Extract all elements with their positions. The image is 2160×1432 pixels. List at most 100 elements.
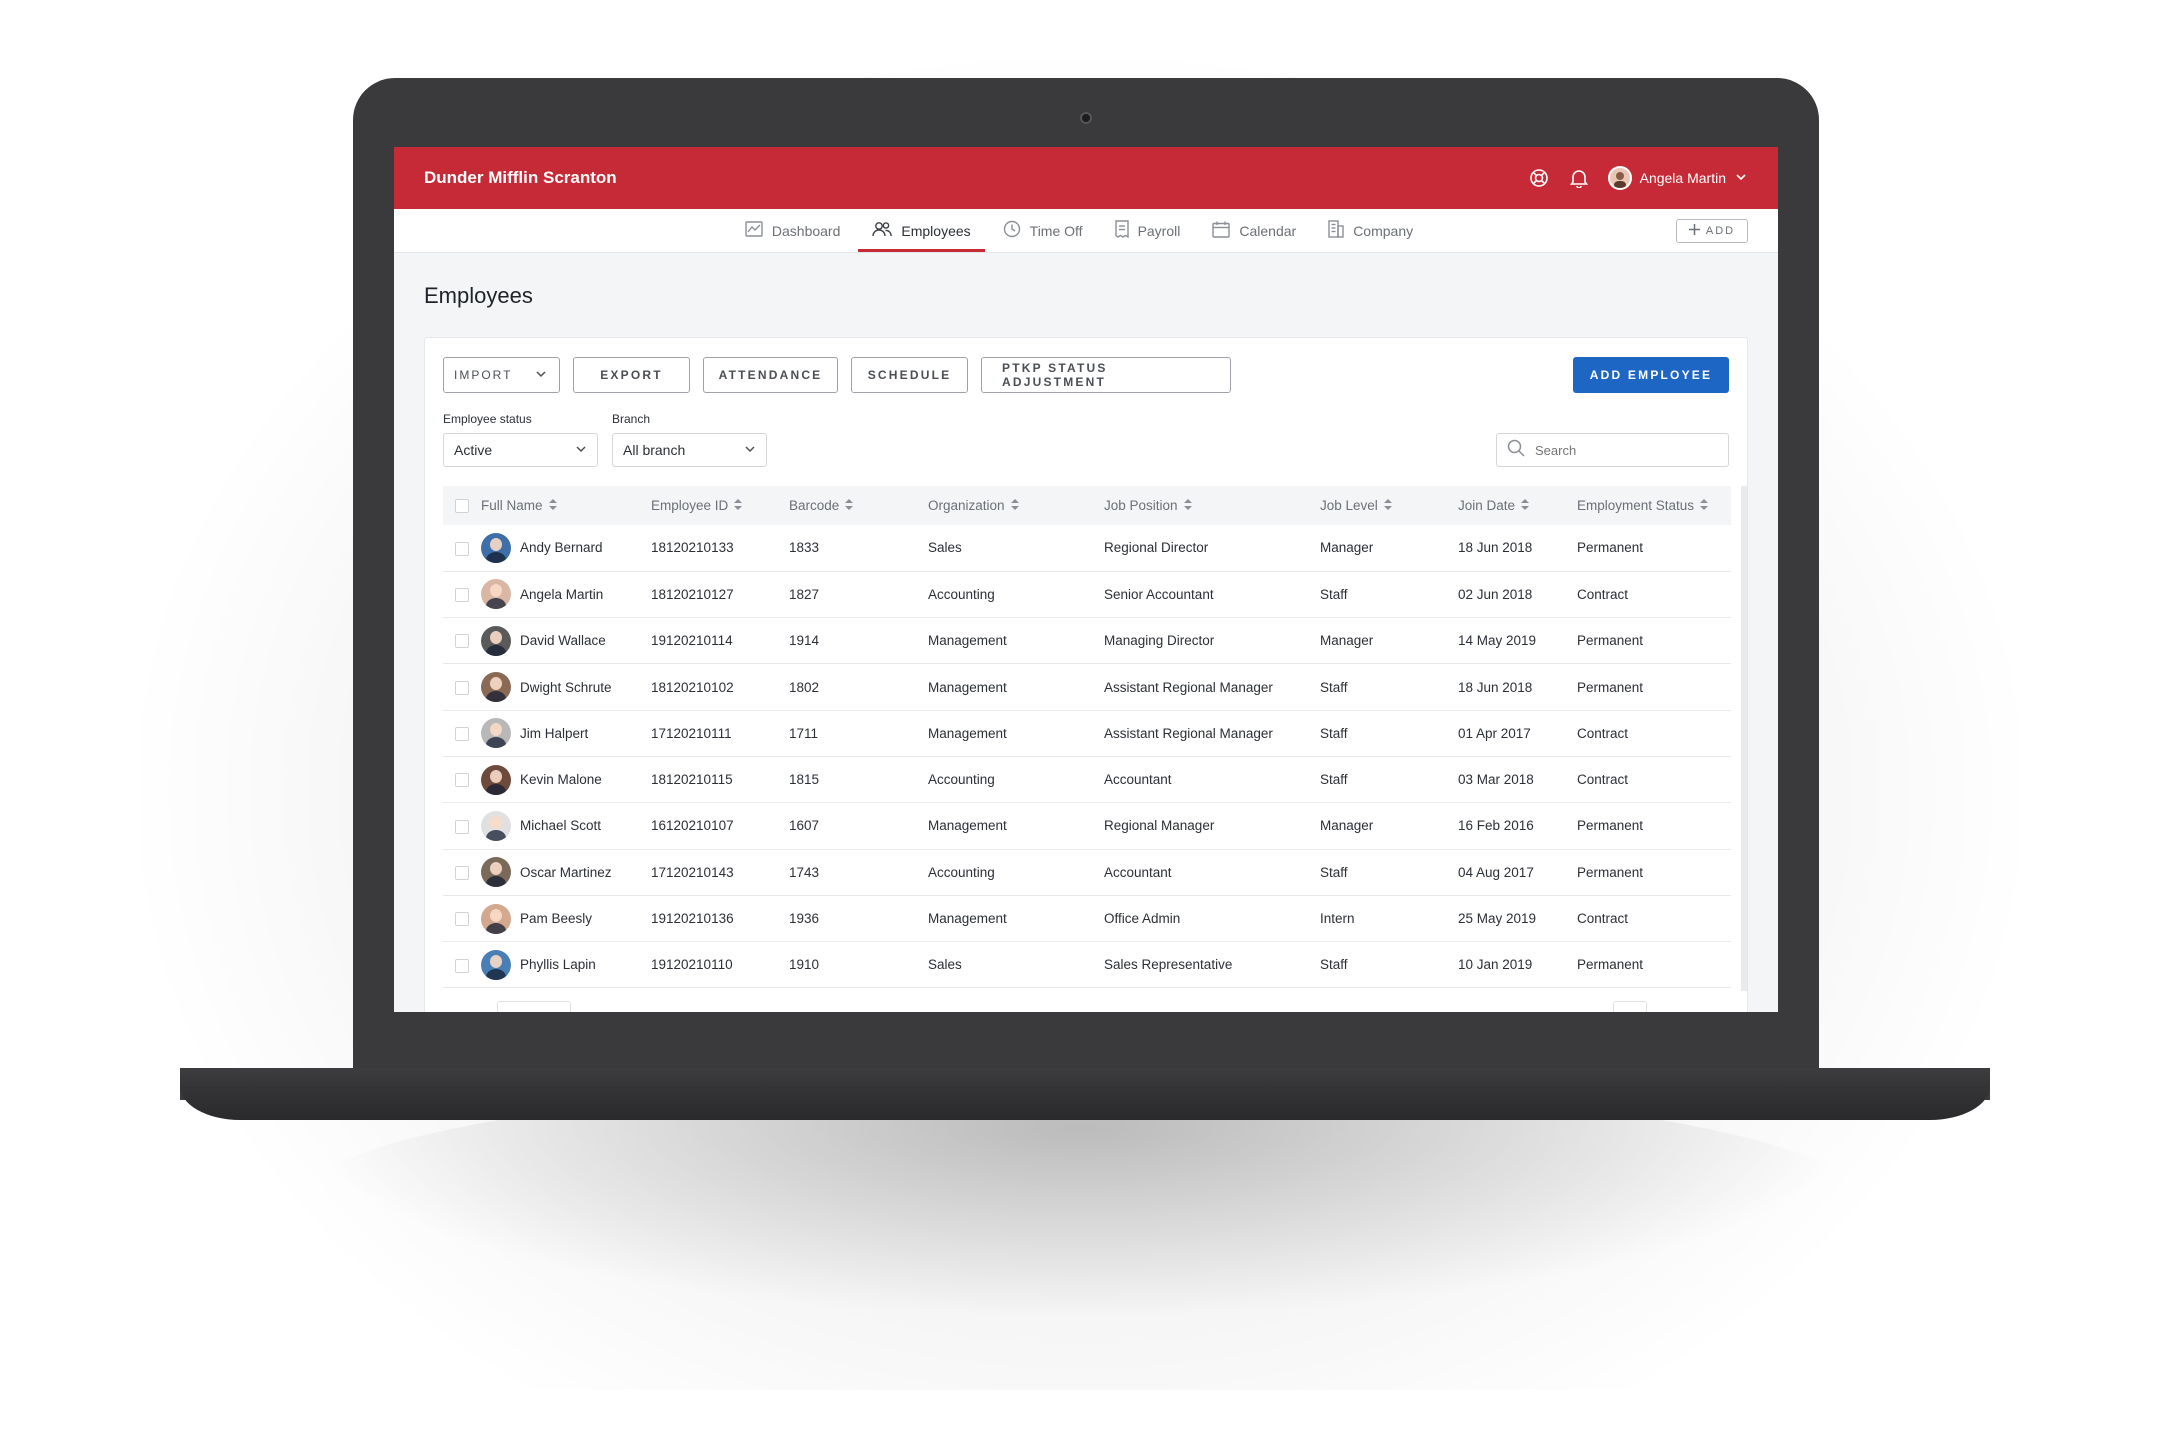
employee-status-value: Active — [454, 442, 493, 458]
table-row[interactable]: Jim Halpert 17120210111 1711 Management Assi… — [443, 710, 1731, 757]
table-row[interactable]: Oscar Martinez 17120210143 1743 Accounting A… — [443, 849, 1731, 896]
schedule-button[interactable]: SCHEDULE — [851, 357, 968, 393]
table-row[interactable]: Phyllis Lapin 19120210110 1910 Sales Sales R… — [443, 942, 1731, 988]
cell-level: Staff — [1320, 957, 1348, 973]
laptop-base — [180, 1068, 1990, 1120]
sort-icon — [1383, 498, 1392, 513]
employee-name[interactable]: Kevin Malone — [520, 772, 602, 787]
cell-id: 19120210110 — [651, 957, 733, 973]
bell-icon[interactable] — [1568, 167, 1590, 189]
tab-calendar[interactable]: Calendar — [1198, 209, 1310, 252]
name-cell: Phyllis Lapin — [481, 949, 651, 980]
cell-org: Management — [928, 911, 1007, 927]
cell-level: Manager — [1320, 540, 1374, 556]
tab-company[interactable]: Company — [1314, 209, 1427, 252]
pagination-control[interactable] — [1613, 1001, 1647, 1012]
tab-dashboard[interactable]: Dashboard — [731, 209, 855, 252]
add-employee-button[interactable]: ADD EMPLOYEE — [1573, 357, 1729, 393]
employee-name[interactable]: Angela Martin — [520, 587, 603, 602]
search-box — [1496, 433, 1729, 467]
column-join-date[interactable]: Join Date — [1458, 486, 1577, 525]
cell-org: Sales — [928, 540, 962, 556]
export-button[interactable]: EXPORT — [573, 357, 690, 393]
employee-status-filter: Employee status Active — [443, 412, 598, 467]
cell-barcode: 1936 — [789, 911, 820, 927]
row-checkbox[interactable] — [455, 773, 469, 788]
tab-label: Company — [1353, 222, 1414, 239]
employee-name[interactable]: Andy Bernard — [520, 540, 603, 555]
cell-join: 14 May 2019 — [1458, 633, 1537, 649]
table-row[interactable]: Andy Bernard 18120210133 1833 Sales Regional… — [443, 525, 1731, 572]
row-checkbox[interactable] — [455, 634, 469, 649]
help-icon[interactable] — [1528, 167, 1550, 189]
import-button[interactable]: IMPORT — [443, 357, 560, 393]
table-row[interactable]: Dwight Schrute 18120210102 1802 Management A… — [443, 664, 1731, 711]
employee-name[interactable]: Oscar Martinez — [520, 865, 612, 880]
clock-icon — [1003, 220, 1021, 241]
tab-payroll[interactable]: Payroll — [1101, 209, 1195, 252]
table-body: Andy Bernard 18120210133 1833 Sales Regional… — [443, 525, 1731, 988]
row-checkbox[interactable] — [455, 912, 469, 927]
employee-name[interactable]: Michael Scott — [520, 818, 601, 833]
employee-name[interactable]: Phyllis Lapin — [520, 957, 596, 972]
row-checkbox[interactable] — [455, 958, 469, 973]
tab-employees[interactable]: Employees — [858, 209, 985, 252]
cell-barcode: 1802 — [789, 679, 820, 695]
column-employment-status[interactable]: Employment Status — [1577, 486, 1731, 525]
cell-position: Accountant — [1104, 772, 1172, 788]
table-row[interactable]: Michael Scott 16120210107 1607 Management Re… — [443, 803, 1731, 850]
nav-tabs: Dashboard Employees Time Off Payroll Cal… — [731, 209, 1427, 252]
table-row[interactable]: Angela Martin 18120210127 1827 Accounting Se… — [443, 571, 1731, 618]
top-bar: Dunder Mifflin Scranton Angela Martin — [394, 147, 1778, 209]
column-full-name[interactable]: Full Name — [481, 486, 651, 525]
brand-name: Dunder Mifflin Scranton — [424, 168, 617, 187]
cell-status: Permanent — [1577, 864, 1644, 880]
employee-name[interactable]: Jim Halpert — [520, 726, 588, 741]
rows-per-page-select[interactable] — [497, 1001, 571, 1012]
name-cell: Dwight Schrute — [481, 672, 651, 703]
cell-status: Permanent — [1577, 818, 1644, 834]
employee-name[interactable]: Dwight Schrute — [520, 680, 612, 695]
user-menu[interactable]: Angela Martin — [1607, 166, 1748, 190]
ptkp-status-adjustment-button[interactable]: PTKP STATUS ADJUSTMENT — [981, 357, 1231, 393]
row-checkbox[interactable] — [455, 588, 469, 603]
row-checkbox[interactable] — [455, 727, 469, 742]
column-barcode[interactable]: Barcode — [789, 486, 928, 525]
cell-barcode: 1914 — [789, 633, 820, 649]
employees-card: IMPORT EXPORT ATTENDANCE SCHEDULE PTKP S… — [424, 337, 1748, 1012]
avatar — [481, 810, 511, 841]
row-checkbox[interactable] — [455, 541, 469, 556]
employee-name[interactable]: David Wallace — [520, 633, 606, 648]
employee-status-select[interactable]: Active — [443, 433, 598, 467]
table-row[interactable]: Kevin Malone 18120210115 1815 Accounting Acc… — [443, 756, 1731, 803]
employee-name[interactable]: Pam Beesly — [520, 911, 592, 926]
select-all-checkbox[interactable] — [455, 499, 469, 514]
users-icon — [872, 221, 893, 240]
name-cell: David Wallace — [481, 625, 651, 656]
top-icons: Angela Martin — [1528, 166, 1748, 190]
column-job-position[interactable]: Job Position — [1104, 486, 1320, 525]
search-input[interactable] — [1535, 442, 1705, 458]
chart-icon — [745, 221, 763, 240]
cell-position: Regional Director — [1104, 540, 1209, 556]
cell-status: Contract — [1577, 725, 1629, 741]
tab-label: Calendar — [1239, 222, 1297, 239]
add-button[interactable]: ADD — [1676, 219, 1748, 243]
row-checkbox[interactable] — [455, 865, 469, 880]
tab-time-off[interactable]: Time Off — [989, 209, 1097, 252]
avatar — [481, 625, 511, 656]
table-row[interactable]: David Wallace 19120210114 1914 Management Ma… — [443, 618, 1731, 664]
cell-join: 01 Apr 2017 — [1458, 725, 1531, 741]
app-screen: Dunder Mifflin Scranton Angela Martin Da… — [394, 147, 1778, 1012]
attendance-button[interactable]: ATTENDANCE — [703, 357, 838, 393]
column-employee-id[interactable]: Employee ID — [651, 486, 789, 525]
column-organization[interactable]: Organization — [928, 486, 1104, 525]
column-job-level[interactable]: Job Level — [1320, 486, 1458, 525]
table-scrollbar[interactable] — [1741, 486, 1747, 991]
cell-position: Accountant — [1104, 864, 1172, 880]
row-checkbox[interactable] — [455, 819, 469, 834]
row-checkbox[interactable] — [455, 680, 469, 695]
table-row[interactable]: Pam Beesly 19120210136 1936 Management Offic… — [443, 895, 1731, 942]
branch-select[interactable]: All branch — [612, 433, 767, 467]
branch-filter: Branch All branch — [612, 412, 767, 467]
